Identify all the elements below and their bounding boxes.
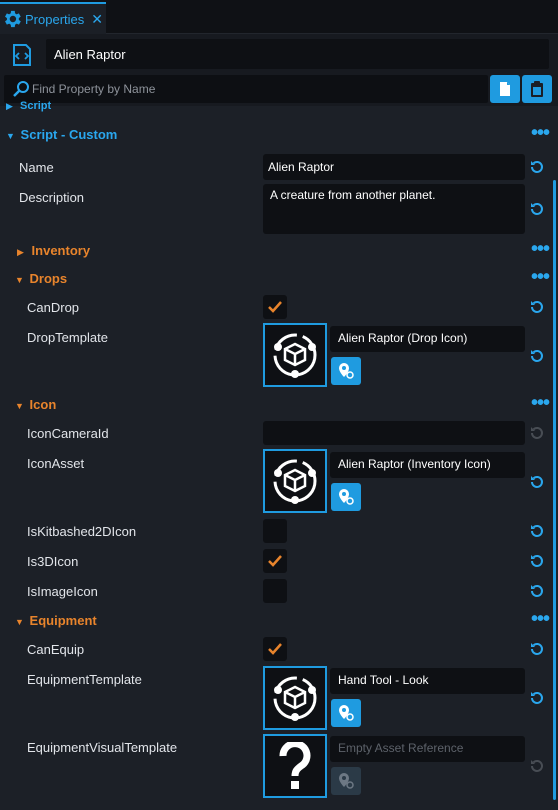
- prop-label-iskitbashed: IsKitbashed2DIcon: [27, 524, 137, 539]
- section-drops-label: Drops: [29, 271, 68, 286]
- section-equipment-label: Equipment: [29, 613, 97, 628]
- iskitbashed-checkbox[interactable]: [263, 519, 287, 543]
- iconasset-thumbnail[interactable]: [263, 449, 327, 513]
- locate-asset-button[interactable]: [331, 483, 361, 511]
- reset-icon[interactable]: [529, 201, 545, 217]
- reset-icon[interactable]: [529, 348, 545, 364]
- gear-icon: [5, 10, 21, 28]
- iconasset-asset-name[interactable]: Alien Raptor (Inventory Icon): [330, 452, 525, 478]
- prop-label-droptemplate: DropTemplate: [27, 330, 108, 345]
- scrollbar[interactable]: [553, 180, 556, 800]
- locate-icon: [339, 489, 354, 505]
- droptemplate-thumbnail[interactable]: [263, 323, 327, 387]
- chevron-down-icon: ▼: [15, 617, 24, 627]
- candrop-checkbox[interactable]: [263, 295, 287, 319]
- ellipsis-icon[interactable]: •••: [531, 267, 550, 287]
- check-icon: [268, 301, 282, 313]
- canequip-checkbox[interactable]: [263, 637, 287, 661]
- locate-asset-button: [331, 767, 361, 795]
- ellipsis-icon[interactable]: •••: [531, 123, 550, 143]
- locate-icon: [339, 705, 354, 721]
- prop-label-candrop: CanDrop: [27, 300, 80, 315]
- prop-label-equipmentvisualtemplate: EquipmentVisualTemplate: [27, 740, 178, 755]
- check-icon: [268, 555, 282, 567]
- template-icon: [273, 676, 317, 721]
- tab-properties[interactable]: Properties ✕: [0, 2, 106, 34]
- search-input[interactable]: Find Property by Name: [4, 75, 488, 103]
- chevron-down-icon: ▼: [15, 275, 24, 285]
- check-icon: [268, 643, 282, 655]
- ellipsis-icon[interactable]: •••: [531, 239, 550, 259]
- reset-icon[interactable]: [529, 583, 545, 599]
- locate-asset-button[interactable]: [331, 699, 361, 727]
- equipmentvisualtemplate-thumbnail[interactable]: [263, 734, 327, 798]
- paste-button[interactable]: [522, 75, 552, 103]
- prop-label-canequip: CanEquip: [27, 642, 85, 657]
- equipmentvisualtemplate-asset-name[interactable]: Empty Asset Reference: [330, 736, 525, 762]
- close-icon[interactable]: ✕: [91, 11, 103, 28]
- section-script[interactable]: ▶ Script: [6, 100, 51, 112]
- chevron-down-icon: ▼: [15, 401, 24, 411]
- section-inventory[interactable]: ▶ Inventory: [17, 243, 90, 258]
- question-icon: [279, 742, 311, 789]
- locate-icon: [339, 363, 354, 379]
- iconcameraid-field[interactable]: [263, 421, 525, 445]
- tab-label: Properties: [25, 11, 85, 27]
- search-icon: [13, 81, 29, 97]
- section-equipment[interactable]: ▼ Equipment: [15, 613, 97, 628]
- copy-icon: [500, 82, 510, 96]
- equipmenttemplate-asset-name[interactable]: Hand Tool - Look: [330, 668, 525, 694]
- ellipsis-icon[interactable]: •••: [531, 609, 550, 629]
- reset-icon: [531, 426, 543, 439]
- copy-button[interactable]: [490, 75, 520, 103]
- chevron-right-icon: ▶: [17, 247, 24, 257]
- section-inventory-label: Inventory: [31, 243, 91, 258]
- reset-icon[interactable]: [529, 474, 545, 490]
- section-script-custom[interactable]: ▼ Script - Custom: [6, 127, 117, 142]
- is3dicon-checkbox[interactable]: [263, 549, 287, 573]
- prop-label-name: Name: [19, 160, 54, 175]
- prop-label-equipmenttemplate: EquipmentTemplate: [27, 672, 142, 687]
- object-name-field[interactable]: Alien Raptor: [46, 39, 549, 69]
- isimageicon-checkbox[interactable]: [263, 579, 287, 603]
- reset-icon[interactable]: [529, 641, 545, 657]
- template-icon: [273, 459, 317, 504]
- section-drops[interactable]: ▼ Drops: [15, 271, 67, 286]
- prop-label-iconcameraid: IconCameraId: [27, 426, 109, 441]
- locate-asset-button[interactable]: [331, 357, 361, 385]
- reset-icon[interactable]: [529, 159, 545, 175]
- description-field[interactable]: A creature from another planet.: [263, 184, 525, 234]
- chevron-right-icon: ▶: [6, 101, 13, 111]
- reset-icon[interactable]: [529, 553, 545, 569]
- search-placeholder: Find Property by Name: [32, 82, 156, 96]
- paste-icon: [531, 81, 543, 97]
- section-script-label: Script: [19, 100, 52, 112]
- reset-icon[interactable]: [529, 299, 545, 315]
- reset-icon[interactable]: [529, 523, 545, 539]
- script-icon: [13, 44, 31, 66]
- name-field[interactable]: Alien Raptor: [263, 154, 525, 180]
- prop-label-is3dicon: Is3DIcon: [27, 554, 79, 569]
- equipmenttemplate-thumbnail[interactable]: [263, 666, 327, 730]
- section-script-custom-label: Script - Custom: [20, 127, 118, 142]
- prop-label-description: Description: [19, 190, 85, 205]
- reset-icon[interactable]: [529, 690, 545, 706]
- chevron-down-icon: ▼: [6, 131, 15, 141]
- locate-icon: [339, 773, 354, 789]
- section-icon-label: Icon: [29, 397, 57, 412]
- ellipsis-icon[interactable]: •••: [531, 393, 550, 413]
- section-icon[interactable]: ▼ Icon: [15, 397, 56, 412]
- template-icon: [273, 333, 317, 378]
- reset-icon: [531, 759, 543, 772]
- prop-label-isimageicon: IsImageIcon: [27, 584, 98, 599]
- droptemplate-asset-name[interactable]: Alien Raptor (Drop Icon): [330, 326, 525, 352]
- prop-label-iconasset: IconAsset: [27, 456, 85, 471]
